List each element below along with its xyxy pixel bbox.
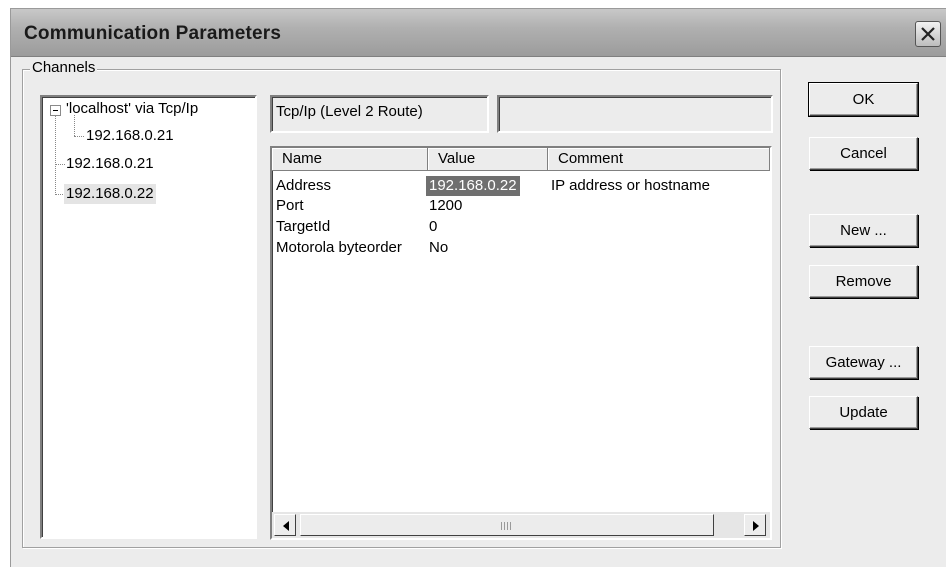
close-button[interactable] [915,21,941,47]
scroll-right-button[interactable] [744,514,766,536]
cancel-button[interactable]: Cancel [809,137,918,170]
channels-group-label: Channels [30,59,98,76]
tree-connector-line [74,136,84,137]
grip-icon [501,522,513,530]
new-button[interactable]: New ... [809,214,918,247]
scroll-thumb[interactable] [300,514,714,536]
param-value[interactable]: 192.168.0.22 [426,176,520,196]
param-name: Address [276,177,332,194]
driver-name-field: Tcp/Ip (Level 2 Route) [270,95,489,133]
param-value[interactable]: 0 [429,217,437,237]
param-name: Motorola byteorder [276,239,402,256]
tree-node-192-168-0-21[interactable]: 192.168.0.21 [66,154,154,174]
remove-button[interactable]: Remove [809,265,918,298]
tree-connector-line [55,115,56,195]
window-title: Communication Parameters [24,23,282,44]
collapse-icon[interactable] [50,105,61,116]
tree-connector-line [55,164,65,165]
driver-extra-field [497,95,773,133]
driver-name-text: Tcp/Ip (Level 2 Route) [276,103,423,120]
column-header-comment[interactable]: Comment [548,148,770,170]
column-header-value[interactable]: Value [428,148,548,170]
param-value[interactable]: 1200 [429,196,462,216]
column-header-name[interactable]: Name [272,148,428,170]
title-bar[interactable]: Communication Parameters [11,9,946,57]
tree-node-child-192-168-0-21[interactable]: 192.168.0.21 [86,126,174,146]
gateway-button[interactable]: Gateway ... [809,346,918,379]
tree-node-192-168-0-22[interactable]: 192.168.0.22 [64,184,156,204]
parameters-grid[interactable]: Name Value Comment Address 192.168.0.22 … [270,146,772,540]
channels-tree[interactable]: 'localhost' via Tcp/Ip 192.168.0.21 192.… [40,95,257,539]
param-value[interactable]: No [429,238,448,258]
grid-header: Name Value Comment [272,148,770,171]
update-button[interactable]: Update [809,396,918,429]
scroll-left-button[interactable] [274,514,296,536]
param-name: TargetId [276,218,331,235]
arrow-right-icon [753,521,759,531]
tree-node-localhost[interactable]: 'localhost' via Tcp/Ip [66,99,198,119]
horizontal-scrollbar[interactable] [272,512,770,538]
param-name: Port [276,197,304,214]
ok-button[interactable]: OK [808,82,919,117]
close-icon [921,27,935,41]
param-comment: IP address or hostname [551,177,710,194]
arrow-left-icon [283,521,289,531]
